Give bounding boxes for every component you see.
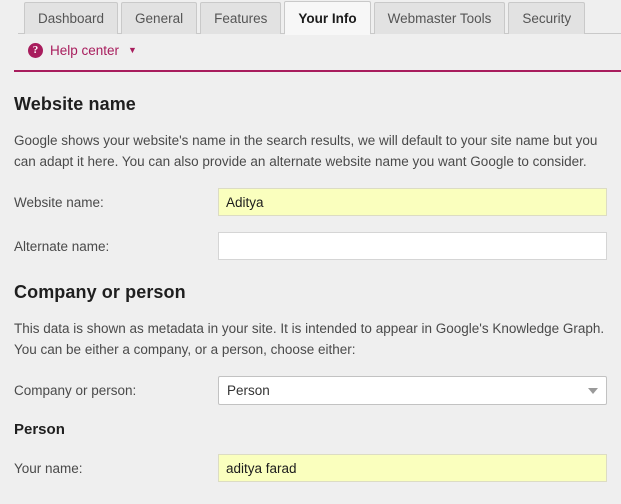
settings-content: Website name Google shows your website's…: [0, 94, 621, 482]
website-name-input[interactable]: [218, 188, 607, 216]
your-name-label: Your name:: [14, 461, 218, 476]
alternate-name-row: Alternate name:: [14, 232, 607, 260]
company-or-person-select[interactable]: Person: [218, 376, 607, 405]
tab-your-info[interactable]: Your Info: [284, 1, 370, 34]
question-mark-circle-icon: ?: [28, 43, 43, 58]
tab-list: Dashboard General Features Your Info Web…: [24, 0, 621, 34]
company-or-person-label: Company or person:: [14, 383, 218, 398]
header-divider: [14, 70, 621, 72]
company-or-person-row: Company or person: Person: [14, 376, 607, 405]
website-name-row: Website name:: [14, 188, 607, 216]
company-or-person-control: Person: [218, 376, 607, 405]
chevron-down-icon[interactable]: ▼: [128, 46, 137, 55]
website-name-control: [218, 188, 607, 216]
person-heading: Person: [14, 421, 607, 438]
your-name-control: [218, 454, 607, 482]
your-name-input[interactable]: [218, 454, 607, 482]
alternate-name-control: [218, 232, 607, 260]
website-name-heading: Website name: [14, 94, 607, 115]
website-name-description: Google shows your website's name in the …: [14, 130, 607, 172]
tab-features[interactable]: Features: [200, 2, 281, 34]
your-name-row: Your name:: [14, 454, 607, 482]
tab-strip: Dashboard General Features Your Info Web…: [0, 0, 621, 34]
tab-general[interactable]: General: [121, 2, 197, 34]
tab-dashboard[interactable]: Dashboard: [24, 2, 118, 34]
tab-security[interactable]: Security: [508, 2, 585, 34]
tab-webmaster-tools[interactable]: Webmaster Tools: [374, 2, 506, 34]
help-center-bar: ? Help center ▼: [0, 34, 621, 66]
help-center-link[interactable]: Help center: [50, 43, 119, 58]
alternate-name-input[interactable]: [218, 232, 607, 260]
company-or-person-select-wrap: Person: [218, 376, 607, 405]
company-or-person-description: This data is shown as metadata in your s…: [14, 318, 607, 360]
alternate-name-label: Alternate name:: [14, 239, 218, 254]
website-name-label: Website name:: [14, 195, 218, 210]
company-or-person-heading: Company or person: [14, 282, 607, 303]
